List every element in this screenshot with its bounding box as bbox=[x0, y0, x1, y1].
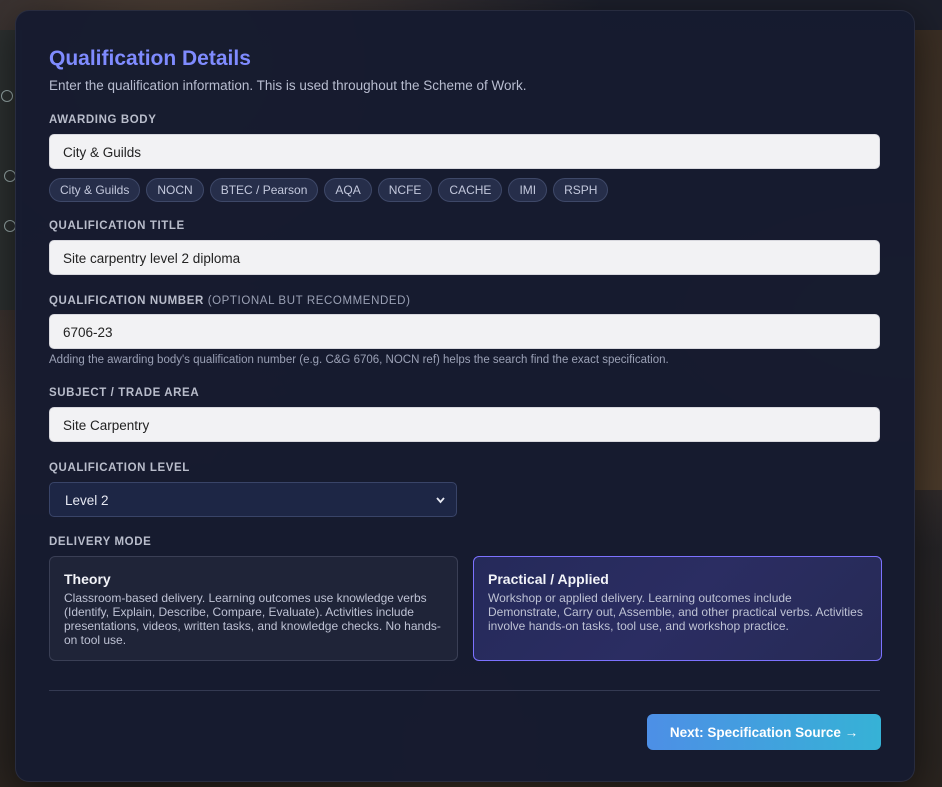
subject-input[interactable]: Site Carpentry bbox=[49, 407, 880, 442]
awarding-body-input[interactable]: City & Guilds bbox=[49, 134, 880, 169]
optional-note: (OPTIONAL BUT RECOMMENDED) bbox=[207, 295, 411, 307]
qualification-level-label: QUALIFICATION LEVEL bbox=[49, 462, 190, 474]
subject-label: SUBJECT / TRADE AREA bbox=[49, 387, 200, 399]
awarding-body-label: AWARDING BODY bbox=[49, 114, 157, 126]
background-decoration bbox=[1, 90, 13, 102]
qualification-number-input[interactable]: 6706-23 bbox=[49, 314, 880, 349]
qualification-number-label: QUALIFICATION NUMBER (OPTIONAL BUT RECOM… bbox=[49, 295, 411, 307]
qualification-level-select[interactable]: Level 2 bbox=[49, 482, 457, 517]
awarding-body-chip[interactable]: NOCN bbox=[146, 178, 204, 202]
awarding-body-chip[interactable]: BTEC / Pearson bbox=[209, 178, 319, 202]
awarding-body-chip[interactable]: CACHE bbox=[438, 178, 503, 202]
next-specification-source-button[interactable]: Next: Specification Source → bbox=[647, 714, 881, 750]
qualification-level-value: Level 2 bbox=[65, 493, 109, 508]
page-title: Qualification Details bbox=[49, 47, 251, 70]
qualification-details-card: Qualification Details Enter the qualific… bbox=[15, 10, 915, 782]
background-shelf bbox=[914, 30, 942, 490]
awarding-body-chips: City & Guilds NOCN BTEC / Pearson AQA NC… bbox=[49, 178, 609, 202]
awarding-body-chip[interactable]: IMI bbox=[508, 178, 548, 202]
chevron-down-icon bbox=[435, 483, 446, 533]
delivery-mode-description: Classroom-based delivery. Learning outco… bbox=[64, 591, 441, 647]
page-subtitle: Enter the qualification information. Thi… bbox=[49, 78, 527, 93]
qualification-title-input[interactable]: Site carpentry level 2 diploma bbox=[49, 240, 880, 275]
delivery-mode-label: DELIVERY MODE bbox=[49, 536, 152, 548]
awarding-body-chip[interactable]: City & Guilds bbox=[49, 178, 141, 202]
delivery-mode-title: Theory bbox=[64, 571, 111, 587]
divider bbox=[49, 690, 880, 691]
delivery-mode-practical[interactable]: Practical / Applied Workshop or applied … bbox=[473, 556, 882, 661]
qualification-number-hint: Adding the awarding body's qualification… bbox=[49, 354, 669, 366]
awarding-body-chip[interactable]: NCFE bbox=[377, 178, 433, 202]
qualification-title-label: QUALIFICATION TITLE bbox=[49, 220, 185, 232]
delivery-mode-theory[interactable]: Theory Classroom-based delivery. Learnin… bbox=[49, 556, 458, 661]
delivery-mode-title: Practical / Applied bbox=[488, 571, 609, 587]
delivery-mode-description: Workshop or applied delivery. Learning o… bbox=[488, 591, 863, 633]
awarding-body-chip[interactable]: RSPH bbox=[553, 178, 609, 202]
qualification-number-label-text: QUALIFICATION NUMBER bbox=[49, 295, 204, 307]
awarding-body-chip[interactable]: AQA bbox=[324, 178, 372, 202]
